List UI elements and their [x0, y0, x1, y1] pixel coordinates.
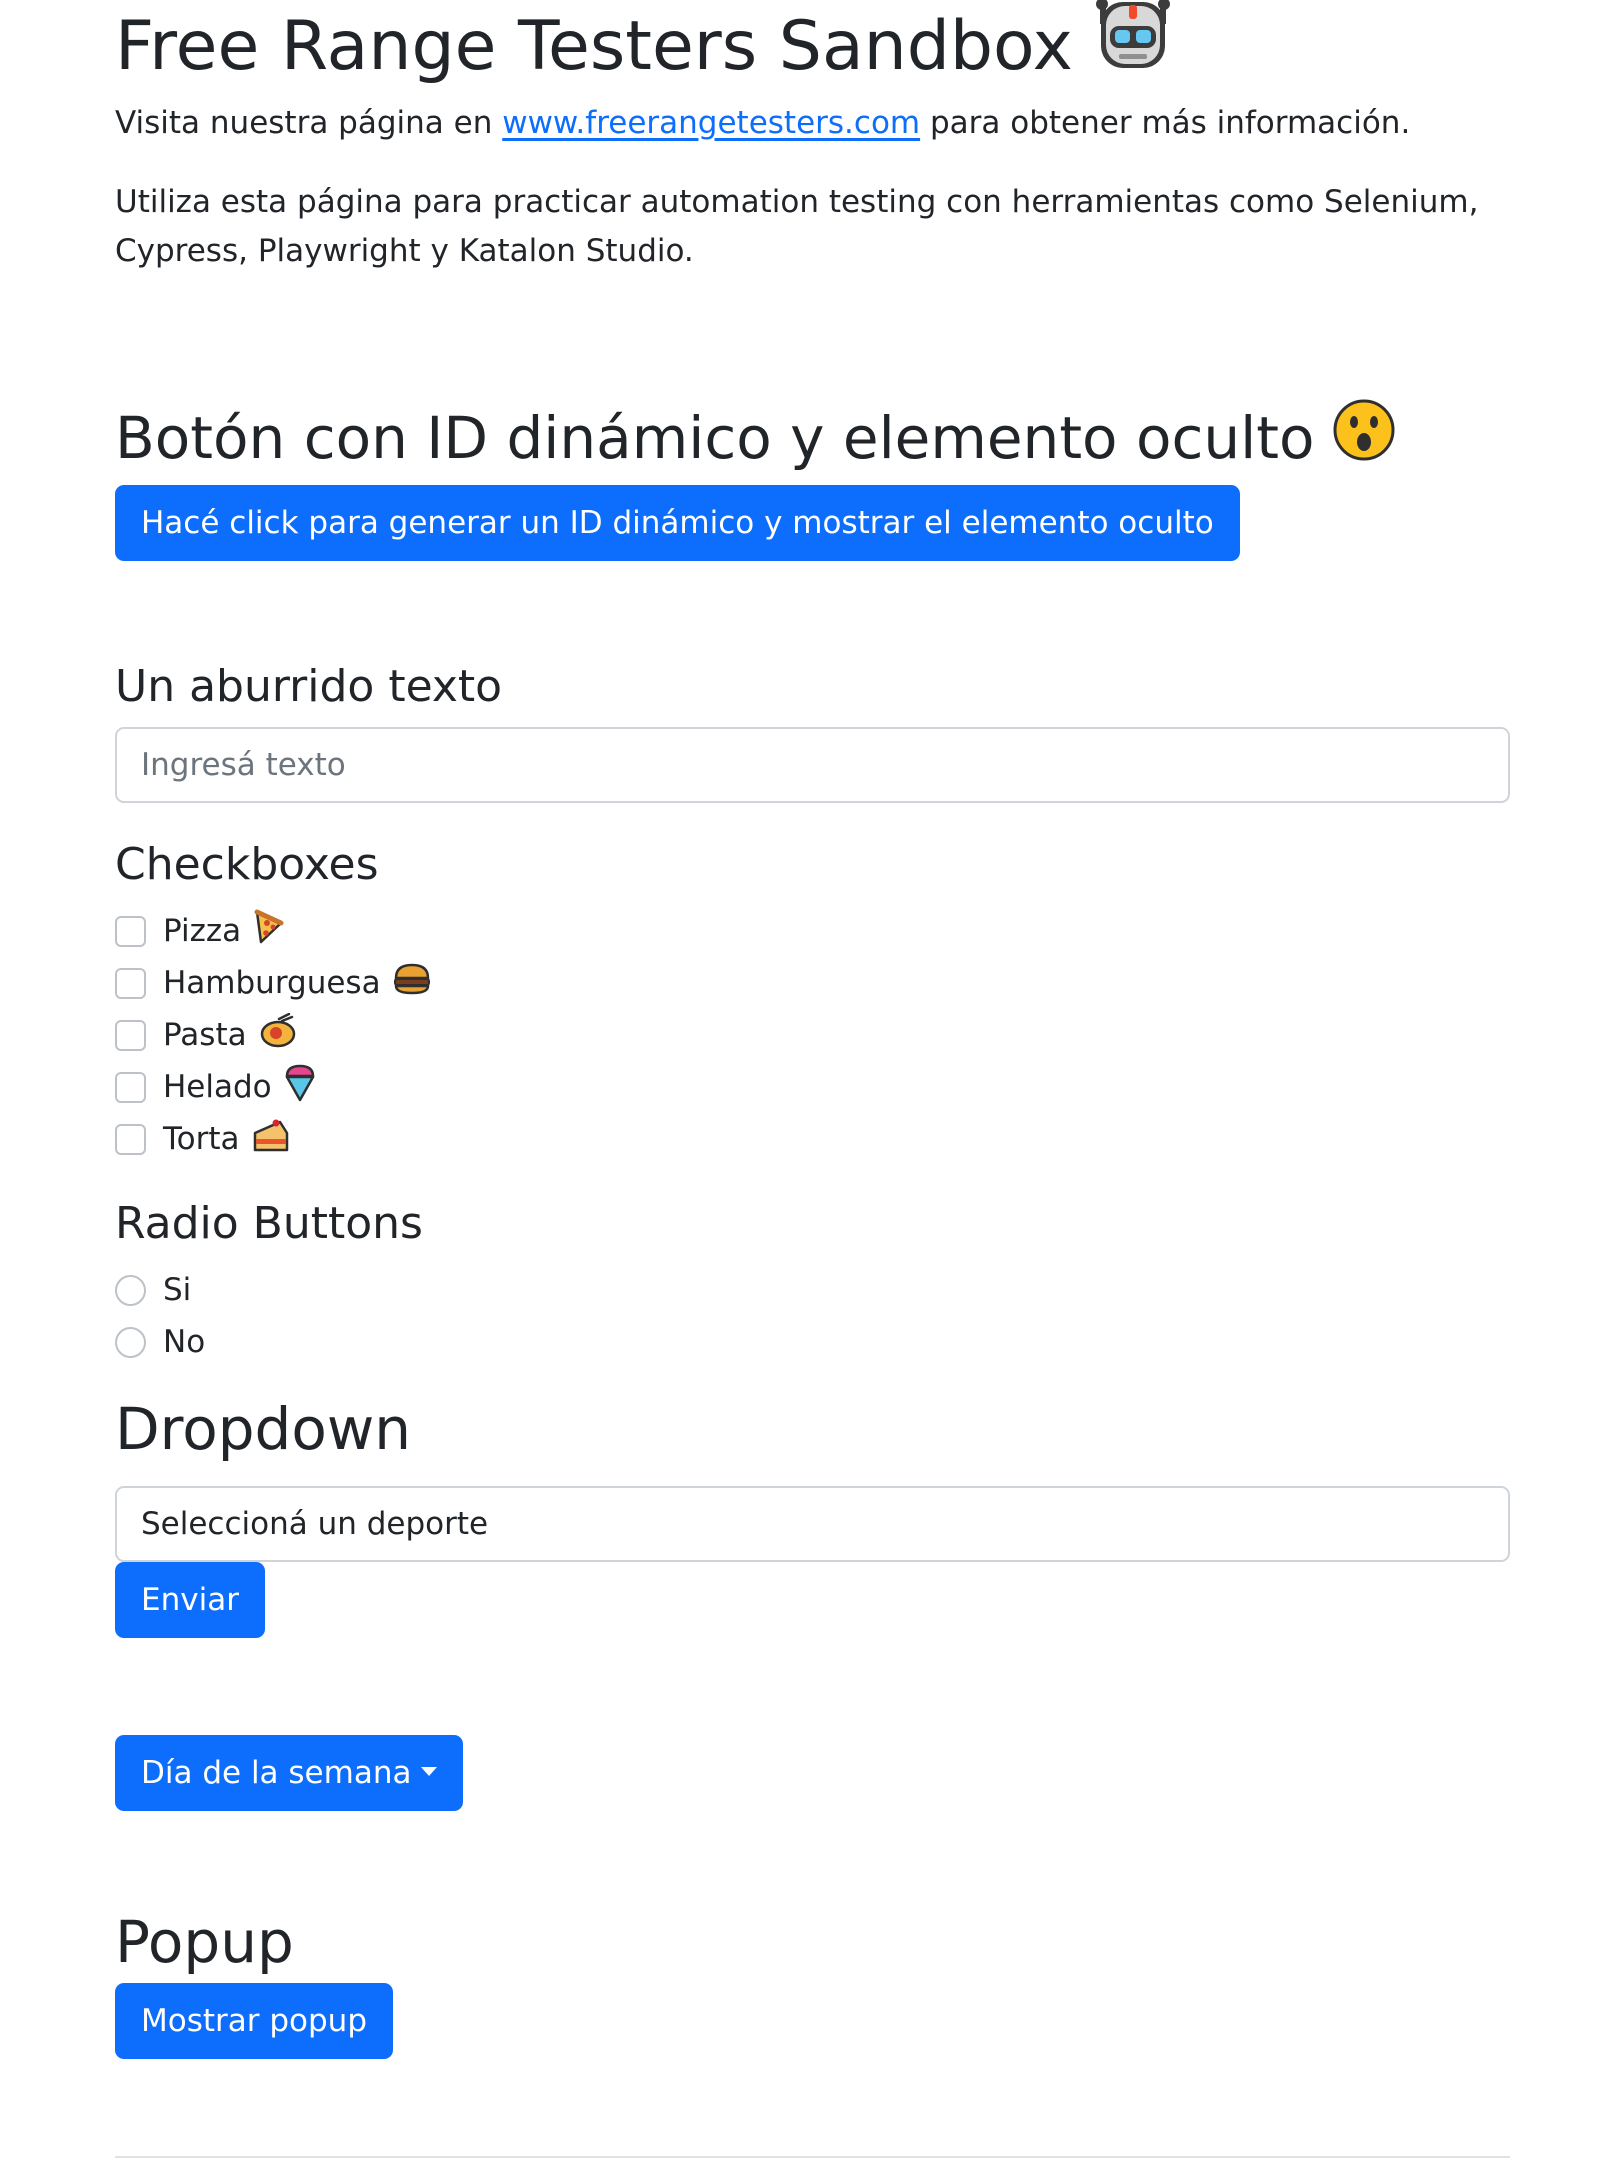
checkbox-box[interactable]: [115, 915, 146, 947]
page-title-text: Free Range Testers Sandbox: [115, 7, 1073, 86]
radio-label: Si: [163, 1272, 192, 1308]
checkbox-section-title: Checkboxes: [115, 839, 379, 890]
checkbox-helado[interactable]: Helado: [115, 1064, 316, 1110]
dynamic-section-title-text: Botón con ID dinámico y elemento oculto: [115, 404, 1315, 472]
dynamic-section-title: Botón con ID dinámico y elemento oculto: [115, 399, 1396, 478]
intro-text: Visita nuestra página en www.freerangete…: [115, 98, 1410, 148]
dropdown-section-title: Dropdown: [115, 1395, 412, 1463]
sport-select-value: Seleccioná un deporte: [141, 1506, 489, 1542]
website-link[interactable]: www.freerangetesters.com: [502, 105, 920, 141]
checkbox-label: Pizza: [163, 913, 242, 949]
intro-prefix: Visita nuestra página en: [115, 105, 503, 141]
checkbox-box[interactable]: [115, 1019, 146, 1051]
weekday-dropdown-label: Día de la semana: [141, 1755, 412, 1791]
page: Free Range Testers Sandbox Visita nuestr…: [0, 0, 1620, 2160]
text-input[interactable]: [115, 727, 1510, 803]
checkbox-label: Helado: [163, 1069, 272, 1105]
checkbox-label: Pasta: [163, 1017, 247, 1053]
pasta-icon: [259, 1012, 297, 1057]
submit-button[interactable]: Enviar: [115, 1562, 265, 1638]
text-section-title: Un aburrido texto: [115, 661, 503, 712]
checkbox-box[interactable]: [115, 967, 146, 999]
sport-select[interactable]: Seleccioná un deporte: [115, 1486, 1510, 1562]
checkbox-hamburguesa[interactable]: Hamburguesa: [115, 963, 431, 1003]
checkbox-label: Torta: [163, 1121, 240, 1157]
popup-section-title: Popup: [115, 1908, 294, 1976]
next-field-edge: [115, 2156, 1510, 2158]
page-title: Free Range Testers Sandbox: [115, 0, 1173, 94]
ice-cream-icon: [284, 1064, 316, 1110]
checkbox-box[interactable]: [115, 1071, 146, 1103]
caret-down-icon: [421, 1767, 438, 1776]
checkbox-pizza[interactable]: Pizza: [115, 909, 285, 953]
checkbox-torta[interactable]: Torta: [115, 1119, 290, 1159]
radio-circle[interactable]: [115, 1274, 146, 1306]
radio-no[interactable]: No: [115, 1322, 205, 1362]
radio-si[interactable]: Si: [115, 1270, 191, 1310]
pizza-icon: [253, 909, 285, 953]
checkbox-box[interactable]: [115, 1123, 146, 1155]
checkbox-pasta[interactable]: Pasta: [115, 1012, 297, 1057]
weekday-dropdown-button[interactable]: Día de la semana: [115, 1735, 464, 1811]
radio-label: No: [163, 1324, 206, 1360]
show-popup-button[interactable]: Mostrar popup: [115, 1983, 394, 2059]
intro-suffix: para obtener más información.: [920, 105, 1411, 141]
hamburger-icon: [393, 962, 431, 1004]
generate-dynamic-id-button[interactable]: Hacé click para generar un ID dinámico y…: [115, 485, 1240, 561]
checkbox-label: Hamburguesa: [163, 965, 381, 1001]
cake-icon: [252, 1117, 290, 1161]
page-description: Utiliza esta página para practicar autom…: [115, 184, 1479, 269]
radio-section-title: Radio Buttons: [115, 1198, 423, 1249]
robot-icon: [1093, 0, 1173, 94]
surprised-face-icon: [1332, 398, 1396, 478]
radio-circle[interactable]: [115, 1326, 146, 1358]
